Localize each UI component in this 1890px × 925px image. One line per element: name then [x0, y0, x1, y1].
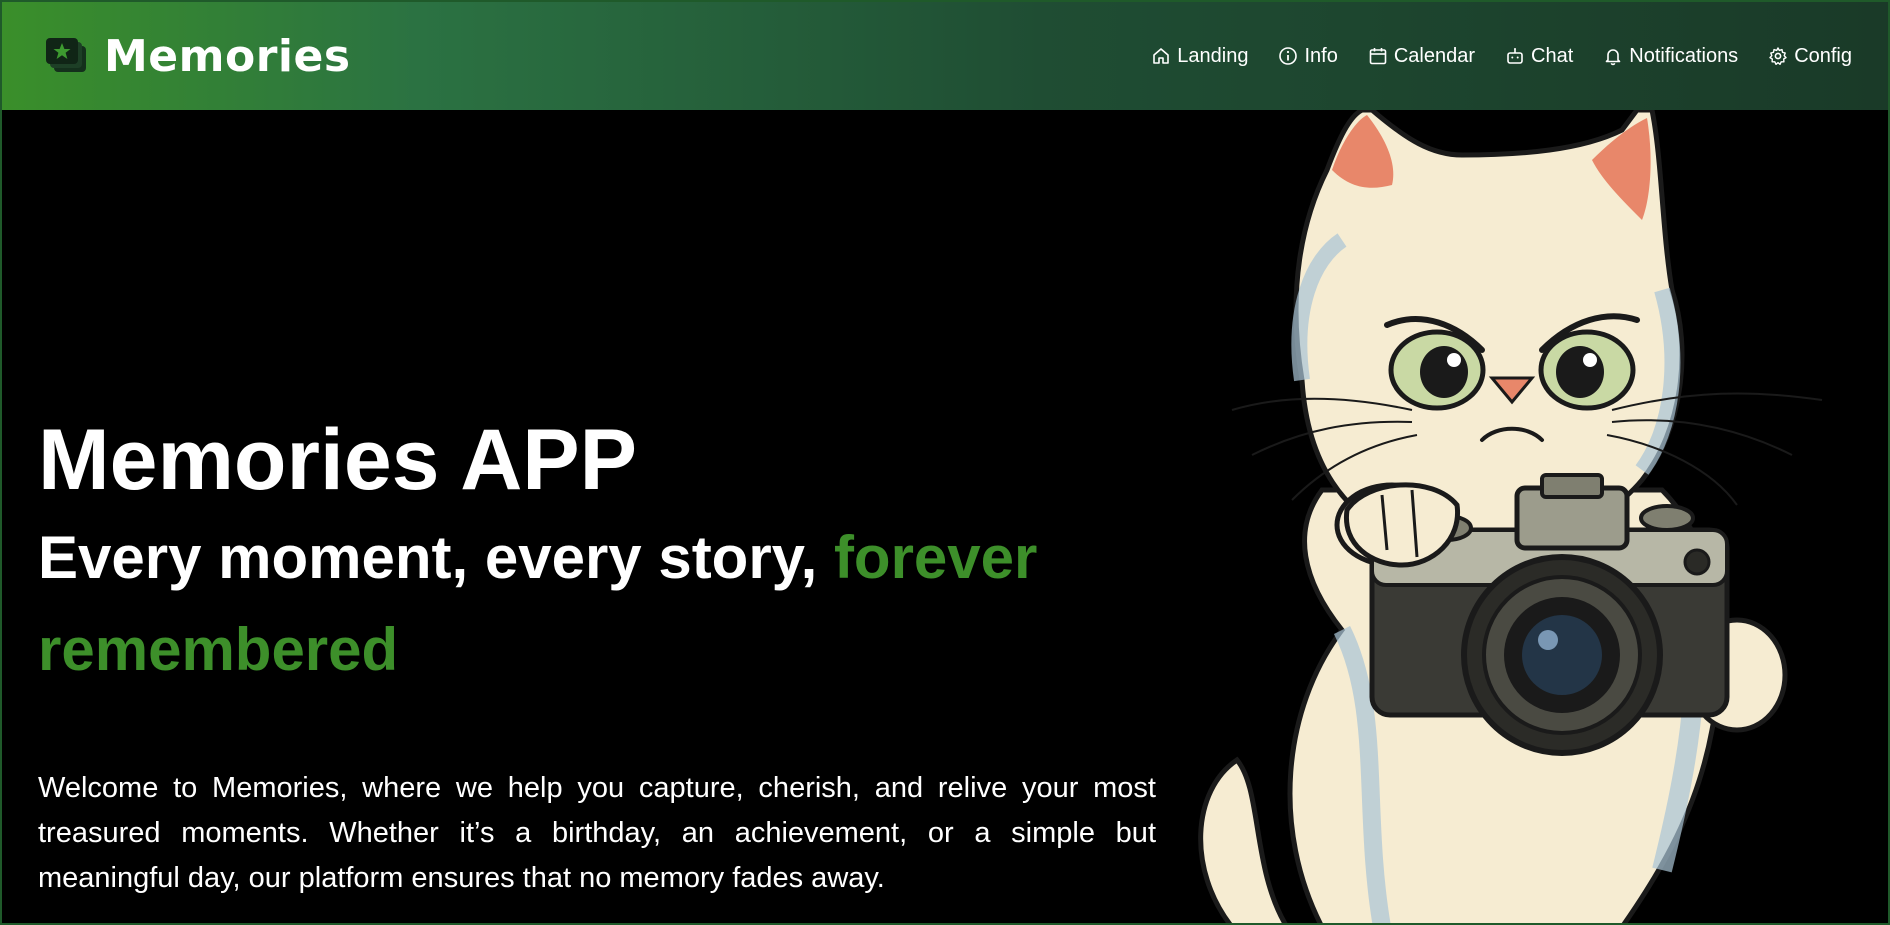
gear-icon	[1768, 46, 1788, 66]
hero-description: Welcome to Memories, where we help you c…	[38, 772, 1156, 894]
nav-item-landing[interactable]: Landing	[1151, 45, 1248, 68]
nav-item-info[interactable]: Info	[1278, 44, 1338, 68]
hero-text-block: Memories APP Every moment, every story, …	[38, 410, 1158, 901]
nav-item-config[interactable]: Config	[1768, 45, 1852, 68]
nav-item-label: Config	[1794, 44, 1852, 67]
nav-item-chat[interactable]: Chat	[1505, 45, 1573, 68]
top-navbar: Memories Landing Info Calendar Chat Noti…	[2, 2, 1888, 110]
brand[interactable]: Memories	[44, 31, 351, 82]
nav-item-label: Landing	[1177, 44, 1249, 67]
nav-item-label: Chat	[1531, 44, 1574, 67]
hero-section: Memories APP Every moment, every story, …	[2, 107, 1888, 923]
nav-item-notifications[interactable]: Notifications	[1603, 45, 1738, 68]
brand-title: Memories	[104, 30, 351, 82]
nav-item-label: Info	[1304, 44, 1338, 67]
home-icon	[1151, 46, 1171, 66]
nav-item-calendar[interactable]: Calendar	[1368, 45, 1475, 68]
bell-icon	[1603, 46, 1623, 66]
cat-with-camera-illustration	[1192, 107, 1888, 923]
main-nav: Landing Info Calendar Chat Notifications…	[1151, 45, 1852, 68]
hero-subtitle: Every moment, every story, forever remem…	[38, 512, 1158, 696]
bot-icon	[1505, 46, 1525, 66]
hero-subtitle-plain: Every moment, every story,	[38, 524, 834, 591]
photo-stack-star-icon	[44, 36, 90, 76]
nav-item-label: Notifications	[1629, 44, 1739, 67]
app-window: Memories Landing Info Calendar Chat Noti…	[0, 0, 1890, 925]
hero-title: Memories APP	[38, 412, 638, 508]
calendar-icon	[1368, 46, 1388, 66]
nav-item-label: Calendar	[1393, 44, 1475, 67]
info-icon	[1278, 46, 1298, 66]
